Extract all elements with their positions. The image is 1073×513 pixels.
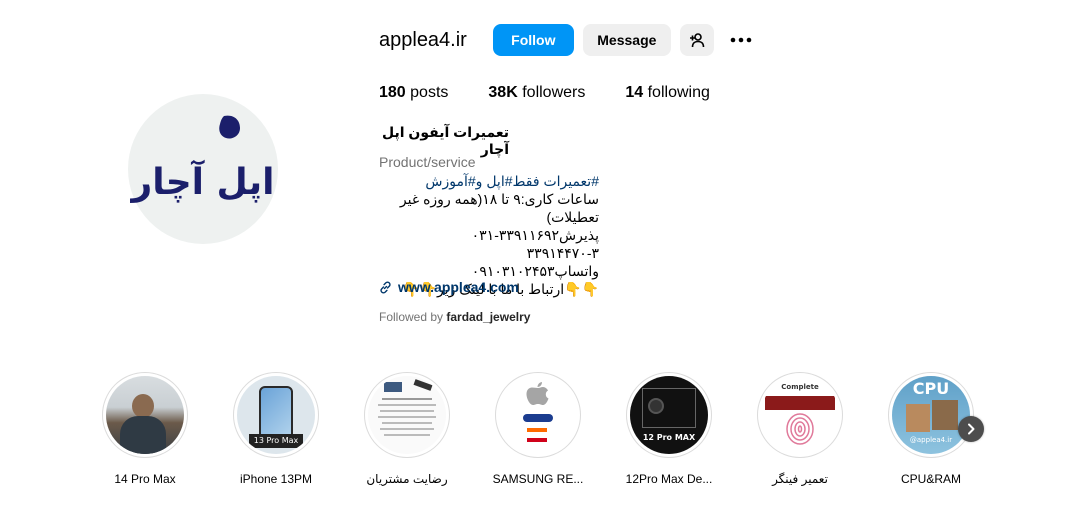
highlight-label: 14 Pro Max [114,472,176,486]
svg-text:اپل آچار: اپل آچار [129,159,274,203]
more-options-button[interactable] [728,27,754,53]
highlight-label: رضایت مشتریان [366,472,448,486]
profile-stats: 180 posts 38K followers 14 following [379,84,750,102]
suggested-users-button[interactable] [679,24,714,56]
more-icon [730,37,752,43]
highlight-cover: 13 Pro Max [237,376,315,454]
posts-stat: 180 posts [379,84,449,101]
highlight-label: iPhone 13PM [239,472,313,486]
bio-line: ساعات کاری:۹ تا ۱۸(همه روزه غیر تعطیلات) [399,191,599,225]
profile-bio: تعمیرات آیفون اپل آچار Product/service #… [379,124,639,324]
highlight-cover: 12 Pro MAX [630,376,708,454]
highlight-label: تعمیر فینگر [772,472,828,486]
highlight-cover: Complete [761,376,839,454]
highlight-item[interactable]: 13 Pro Max iPhone 13PM [231,372,321,486]
followers-stat[interactable]: 38K followers [488,84,585,102]
story-highlights: 14 Pro Max 13 Pro Max iPhone 13PM رضایت … [100,372,1000,492]
message-button[interactable]: Message [582,24,671,56]
link-icon [380,281,391,293]
bio-line: واتساپ۰۹۱۰۳۱۰۲۴۵۳ [471,263,599,279]
website-link[interactable]: www.applea4.com [379,279,519,295]
profile-header: applea4.ir Follow Message [379,24,754,56]
display-name: تعمیرات آیفون اپل آچار [381,124,509,157]
fingerprint-icon [786,413,814,445]
highlight-cover: CPU @applea4.ir [892,376,970,454]
highlights-next-button[interactable] [958,416,984,442]
highlight-item[interactable]: رضایت مشتریان [362,372,452,486]
applea4-logo: اپل آچار [129,115,275,203]
highlight-cover [368,376,446,454]
username: applea4.ir [379,28,467,51]
highlight-item[interactable]: SAMSUNG RE... [493,372,583,486]
following-stat[interactable]: 14 following [625,84,710,102]
highlight-label: CPU&RAM [900,472,961,486]
bio-hashtags[interactable]: #تعمیرات فقط#اپل و#آموزش [379,172,599,190]
profile-avatar[interactable]: اپل آچار [128,94,278,244]
bio-line: پذیرش۳۳۹۱۱۶۹۲-۰۳۱ [471,227,599,243]
highlight-label: 12Pro Max De... [625,472,713,486]
highlight-item[interactable]: 12 Pro MAX 12Pro Max De... [624,372,714,486]
bio-line: ۳۳۹۱۴۴۷۰-۳ [526,245,599,261]
add-user-icon [689,33,705,48]
highlight-label: SAMSUNG RE... [492,472,584,486]
highlight-cover [106,376,184,454]
followed-by-text[interactable]: Followed by fardad_jewelry [379,310,530,324]
follow-button[interactable]: Follow [492,24,574,56]
chevron-right-icon [968,423,975,435]
highlight-item[interactable]: 14 Pro Max [100,372,190,486]
category-label: Product/service [379,154,476,170]
highlight-cover [499,376,577,454]
apple-logo-icon [526,382,549,405]
highlight-item[interactable]: Complete تعمیر فینگر [755,372,845,486]
